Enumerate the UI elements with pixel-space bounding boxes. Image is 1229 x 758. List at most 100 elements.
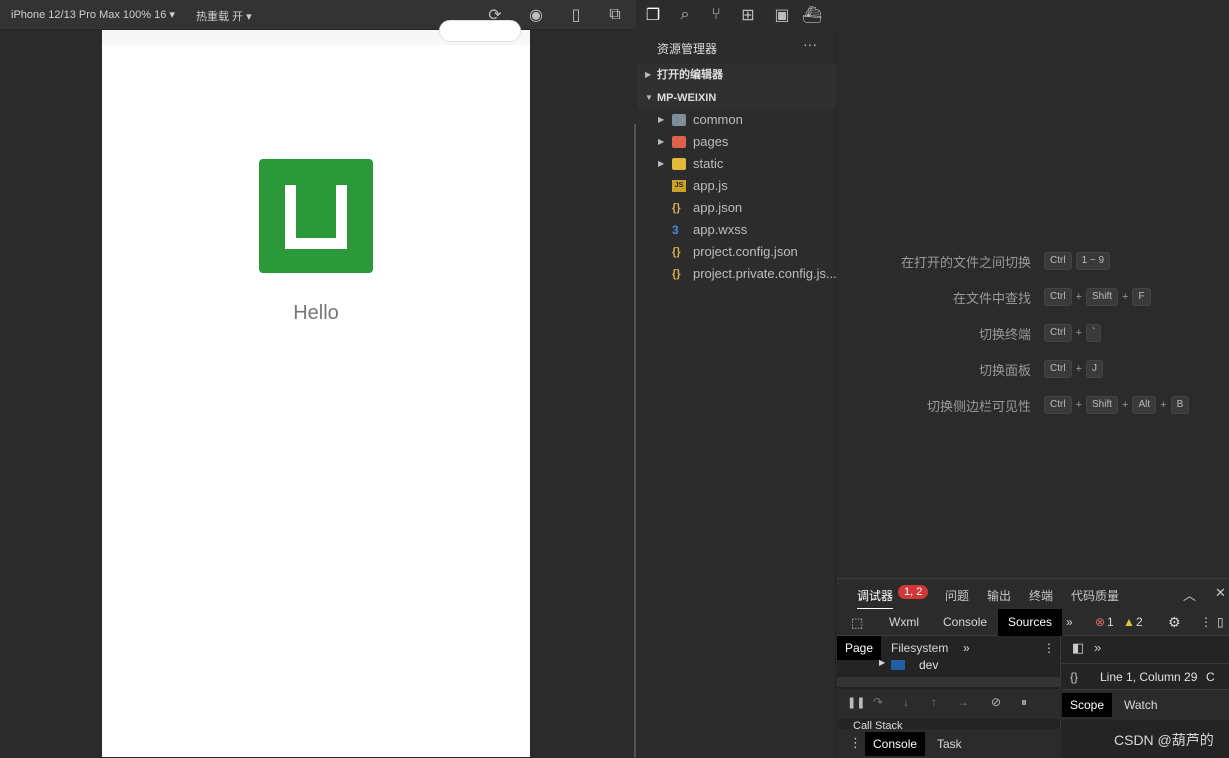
stop-icon[interactable]: ◉ — [528, 7, 544, 24]
panel-tabs: 调试器 1, 2 问题 输出 终端 代码质量 ︿ ✕ — [837, 579, 1229, 609]
error-count: 1 — [1107, 615, 1114, 629]
tree-item-static[interactable]: ▶ static — [637, 153, 836, 175]
tree-item-project-private-config[interactable]: {} project.private.config.js... — [637, 263, 837, 285]
pause-on-exceptions-icon[interactable]: ⏸ — [1021, 695, 1027, 710]
tree-item-app-js[interactable]: JS app.js — [637, 175, 836, 197]
tree-item-dev[interactable]: dev — [919, 658, 938, 672]
pause-icon[interactable]: ❚❚ — [847, 696, 865, 709]
tab-code-quality[interactable]: 代码质量 — [1071, 587, 1119, 604]
tab-drawer-task[interactable]: Task — [929, 732, 970, 756]
horizontal-scrollbar[interactable] — [837, 677, 1061, 687]
chevron-up-icon[interactable]: ︿ — [1183, 585, 1196, 604]
step-icon[interactable]: → — [957, 695, 969, 709]
project-label: MP-WEIXIN — [657, 92, 717, 104]
step-over-icon[interactable]: ↷ — [873, 695, 883, 709]
shortcut-row: 在打开的文件之间切换 Ctrl 1 ~ 9 — [837, 251, 1229, 271]
coverage-label: C — [1206, 670, 1215, 684]
tab-sources[interactable]: Sources — [998, 609, 1063, 636]
kebab-menu-icon[interactable]: ⋮ — [849, 735, 862, 751]
drawer-tabs: ⋮ Console Task — [837, 729, 1061, 758]
tree-item-label: app.wxss — [693, 222, 748, 237]
tree-item-app-json[interactable]: {} app.json — [637, 197, 836, 219]
more-tabs-icon[interactable]: » — [955, 636, 978, 660]
shortcut-label: 在打开的文件之间切换 — [900, 254, 1031, 270]
status-bar: {} Line 1, Column 29 C — [1062, 663, 1229, 690]
tree-item-label: pages — [693, 134, 729, 149]
files-icon[interactable]: ❐ — [645, 7, 661, 24]
dock-icon[interactable]: ▯ — [1213, 609, 1228, 636]
toggle-navigator-icon[interactable]: ◧ — [1072, 640, 1084, 656]
tab-wxml[interactable]: Wxml — [879, 609, 929, 636]
more-tabs-icon[interactable]: » — [1062, 609, 1077, 636]
static-folder-icon — [672, 158, 686, 170]
tab-scope[interactable]: Scope — [1062, 693, 1113, 717]
tree-item-label: common — [693, 112, 743, 127]
tree-item-label: app.js — [693, 178, 728, 193]
extensions-icon[interactable]: ⊞ — [740, 7, 756, 24]
key: Ctrl — [1044, 252, 1072, 270]
folder-icon — [672, 114, 686, 126]
key: F — [1132, 288, 1151, 306]
call-stack-header[interactable]: Call Stack — [853, 720, 903, 729]
search-icon[interactable]: ⌕ — [677, 6, 693, 23]
inspect-icon[interactable]: ⬚ — [841, 609, 873, 636]
explorer-title: 资源管理器 — [657, 42, 718, 56]
step-into-icon[interactable]: ↓ — [903, 695, 909, 709]
pretty-print-icon[interactable]: {} — [1070, 670, 1078, 684]
phone-icon[interactable]: ▯ — [568, 7, 584, 24]
key: J — [1086, 360, 1103, 378]
detach-window-icon[interactable]: ⧉ — [607, 6, 623, 23]
caret-down-icon: ▼ — [645, 93, 653, 102]
tree-item-label: static — [693, 156, 724, 171]
debugger-badge: 1, 2 — [898, 585, 929, 599]
gear-icon[interactable]: ⚙ — [1164, 609, 1185, 636]
editor-welcome: 在打开的文件之间切换 Ctrl 1 ~ 9 在文件中查找 Ctrl + Shift +… — [837, 0, 1229, 578]
shortcut-row: 切换终端 Ctrl + ` — [837, 323, 1229, 343]
close-icon[interactable]: ✕ — [1215, 585, 1226, 601]
tree-item-common[interactable]: ▶ common — [637, 109, 836, 131]
outline-icon[interactable]: ▣ — [774, 7, 790, 24]
kebab-menu-icon[interactable]: ⋮ — [1035, 636, 1063, 660]
caret-right-icon: ▶ — [658, 159, 665, 168]
shortcut-label: 切换面板 — [978, 362, 1031, 378]
shortcut-row: 切换侧边栏可见性 Ctrl + Shift + Alt + B — [837, 395, 1229, 415]
tab-output[interactable]: 输出 — [987, 587, 1011, 604]
device-selector[interactable]: iPhone 12/13 Pro Max 100% 16 ▾ — [11, 8, 175, 21]
hot-reload-toggle[interactable]: 热重载 开 ▾ — [196, 8, 252, 24]
step-out-icon[interactable]: ↑ — [931, 695, 937, 709]
more-icon[interactable]: ··· — [803, 36, 817, 52]
device-label: iPhone 12/13 Pro Max 100% 16 — [11, 9, 167, 21]
caret-right-icon[interactable]: ▶ — [871, 656, 893, 670]
tree-item-app-wxss[interactable]: 3 app.wxss — [637, 219, 836, 241]
activity-bar: ❐ ⌕ ⑂ ⊞ ▣ ⛴ — [637, 0, 837, 30]
explorer-panel: 资源管理器 ··· ▶ 打开的编辑器 ▼ MP-WEIXIN ▶ common … — [637, 30, 837, 757]
tab-terminal[interactable]: 终端 — [1029, 587, 1053, 604]
hello-text: Hello — [293, 302, 339, 324]
tab-watch[interactable]: Watch — [1116, 693, 1166, 717]
menu-capsule[interactable] — [439, 20, 521, 42]
hot-reload-label: 热重载 开 — [196, 11, 244, 23]
key: Shift — [1086, 288, 1119, 306]
project-section[interactable]: ▼ MP-WEIXIN — [637, 87, 836, 109]
source-control-icon[interactable]: ⑂ — [708, 6, 724, 23]
simulator-scrollbar[interactable] — [634, 124, 636, 757]
key: Ctrl — [1044, 396, 1072, 414]
tree-item-project-config[interactable]: {} project.config.json — [637, 241, 836, 263]
tab-console[interactable]: Console — [933, 609, 997, 636]
key: ` — [1086, 324, 1102, 342]
docker-icon[interactable]: ⛴ — [802, 7, 822, 24]
tab-debugger[interactable]: 调试器 — [857, 587, 894, 609]
open-editors-section[interactable]: ▶ 打开的编辑器 — [637, 64, 836, 86]
deactivate-breakpoints-icon[interactable]: ⊘ — [991, 695, 1001, 709]
tab-problems[interactable]: 问题 — [945, 587, 969, 604]
more-tabs-icon[interactable]: » — [1094, 640, 1101, 655]
tree-item-label: project.private.config.js... — [693, 266, 837, 281]
tab-drawer-console[interactable]: Console — [865, 732, 926, 756]
shortcut-row: 切换面板 Ctrl + J — [837, 359, 1229, 379]
key: Ctrl — [1044, 360, 1072, 378]
shortcut-label: 切换终端 — [978, 326, 1031, 342]
json-file-icon: {} — [672, 268, 681, 280]
tree-item-pages[interactable]: ▶ pages — [637, 131, 836, 153]
tab-filesystem[interactable]: Filesystem — [883, 636, 956, 660]
pages-folder-icon — [672, 136, 686, 148]
